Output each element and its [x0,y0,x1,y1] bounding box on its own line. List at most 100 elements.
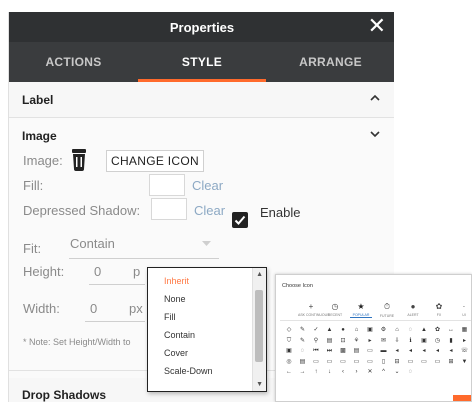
icon-choice[interactable]: ▦ [460,326,470,334]
icon-category-fx[interactable]: ✿ FX [426,302,452,317]
icon-choice[interactable]: ⊞ [446,358,456,366]
close-icon[interactable]: ✕ [368,15,386,37]
icon-choice[interactable]: ◂ [419,347,429,355]
section-label-header[interactable]: Label [9,82,394,118]
fit-option-none[interactable]: None [164,294,186,304]
scrollbar-thumb[interactable] [255,290,263,362]
icon-choice[interactable]: ▣ [419,337,429,345]
height-input[interactable]: 0 [94,264,101,279]
tab-actions[interactable]: ACTIONS [9,42,138,82]
fit-dropdown-arrow-icon[interactable] [202,241,211,247]
icon-choice[interactable]: ✕ [365,368,375,376]
icon-category-future[interactable]: ⏱ FUTURE [374,302,400,318]
icon-choice[interactable]: ◂ [406,347,416,355]
icon-choice[interactable]: ▲ [325,326,335,334]
icon-choice[interactable]: ▣ [365,326,375,334]
icon-choice[interactable]: ℹ [406,337,416,345]
icon-choice[interactable]: ▣ [284,347,294,355]
icon-choice[interactable]: ▭ [433,358,443,366]
icon-choice[interactable]: ◌ [406,368,416,376]
icon-choice[interactable]: ▯ [379,358,389,366]
icon-choice[interactable]: ⊟ [392,358,402,366]
icon-choice[interactable]: ▸ [365,337,375,345]
fit-option-scale-down[interactable]: Scale-Down [164,366,213,376]
icon-choice[interactable]: ‹ [338,368,348,376]
fit-select-value[interactable]: Contain [70,236,115,251]
icon-category-recent[interactable]: ◷ RECENT [322,302,348,317]
icon-choice[interactable]: ● [338,326,348,334]
enable-checkbox[interactable] [232,212,248,228]
icon-category-ui[interactable]: · UI [451,302,471,317]
scroll-down-icon[interactable]: ▼ [256,381,263,388]
icon-choice[interactable]: ⌂ [352,326,362,334]
icon-choice[interactable]: ⊡ [338,337,348,345]
tab-arrange[interactable]: ARRANGE [266,42,394,82]
icon-category-popular[interactable]: ★ POPULAR [348,302,374,317]
icon-choice[interactable]: ↑ [311,368,321,376]
icon-choice[interactable]: ◂ [392,347,402,355]
icon-choice[interactable]: ▤ [352,347,362,355]
icon-choice[interactable]: ▤ [325,337,335,345]
icon-choice[interactable]: ◂ [446,347,456,355]
icon-choice[interactable]: ↔ [446,326,456,334]
chevron-down-icon[interactable] [370,129,380,139]
tab-style[interactable]: STYLE [138,42,266,82]
icon-category-ask-continuous[interactable]: + ASK CONTINUOUS [298,302,330,317]
fit-option-fill[interactable]: Fill [164,312,176,322]
icon-choice[interactable]: ⏭ [325,347,335,355]
icon-choice[interactable]: ↓ [325,368,335,376]
icon-choice[interactable]: ▼ [460,358,470,366]
icon-choice[interactable]: ⚙ [379,326,389,334]
icon-choice[interactable]: ▲ [419,326,429,334]
scroll-up-icon[interactable]: ▲ [256,271,263,278]
icon-choice[interactable]: ✉ [379,337,389,345]
icon-choice[interactable]: › [352,368,362,376]
icon-choice[interactable]: ▭ [419,358,429,366]
icon-choice[interactable]: ⏮ [311,347,321,355]
width-input[interactable]: 0 [90,301,97,316]
icon-choice[interactable]: ▩ [338,347,348,355]
section-image-header[interactable]: Image [9,118,394,154]
icon-choice[interactable]: ▭ [338,358,348,366]
icon-choice[interactable]: ◌ [298,347,308,355]
icon-choice[interactable]: ☏ [460,347,470,355]
icon-choice[interactable]: ✓ [311,326,321,334]
icon-choice[interactable]: ▮ [446,337,456,345]
icon-choice[interactable]: ^ [379,368,389,376]
icon-choice[interactable]: ⛉ [284,337,294,345]
icon-category-alert[interactable]: ● ALERT [400,302,426,317]
icon-choice[interactable]: ⌂ [392,326,402,334]
icon-choice[interactable]: ◎ [284,358,294,366]
icon-choice[interactable]: ← [284,368,294,376]
fit-option-cover[interactable]: Cover [164,348,188,358]
depressed-shadow-swatch[interactable] [151,198,187,220]
icon-choice[interactable]: ▭ [311,358,321,366]
icon-choice[interactable]: ▤ [298,358,308,366]
fit-option-contain[interactable]: Contain [164,330,195,340]
icon-choice[interactable]: ◷ [433,337,443,345]
icon-choice[interactable]: ▭ [352,358,362,366]
change-icon-button[interactable]: CHANGE ICON [106,150,204,172]
icon-choice[interactable]: ◂ [433,347,443,355]
icon-choice[interactable]: ▸ [460,337,470,345]
icon-choice[interactable]: ▭ [365,347,375,355]
fill-clear-link[interactable]: Clear [192,178,223,193]
depressed-shadow-clear-link[interactable]: Clear [194,203,225,218]
icon-choice[interactable]: ⌄ [392,368,402,376]
icon-choice[interactable]: ▬ [379,347,389,355]
chevron-up-icon[interactable] [370,93,380,103]
icon-choice[interactable]: ◇ [284,326,294,334]
icon-choice[interactable]: ✎ [298,337,308,345]
icon-choice[interactable]: ▭ [365,358,375,366]
icon-choice[interactable]: ◌ [406,326,416,334]
icon-choice[interactable]: ⚲ [311,337,321,345]
icon-choice[interactable]: → [298,368,308,376]
dropdown-scrollbar[interactable]: ▲ ▼ [252,268,266,391]
icon-choice[interactable]: ✎ [298,326,308,334]
icon-choice[interactable]: ▭ [325,358,335,366]
icon-choice[interactable]: ✿ [433,326,443,334]
fit-option-inherit[interactable]: Inherit [164,276,189,286]
icon-choice[interactable]: ⚘ [352,337,362,345]
icon-choice[interactable]: ▭ [406,358,416,366]
fill-color-swatch[interactable] [149,174,185,196]
